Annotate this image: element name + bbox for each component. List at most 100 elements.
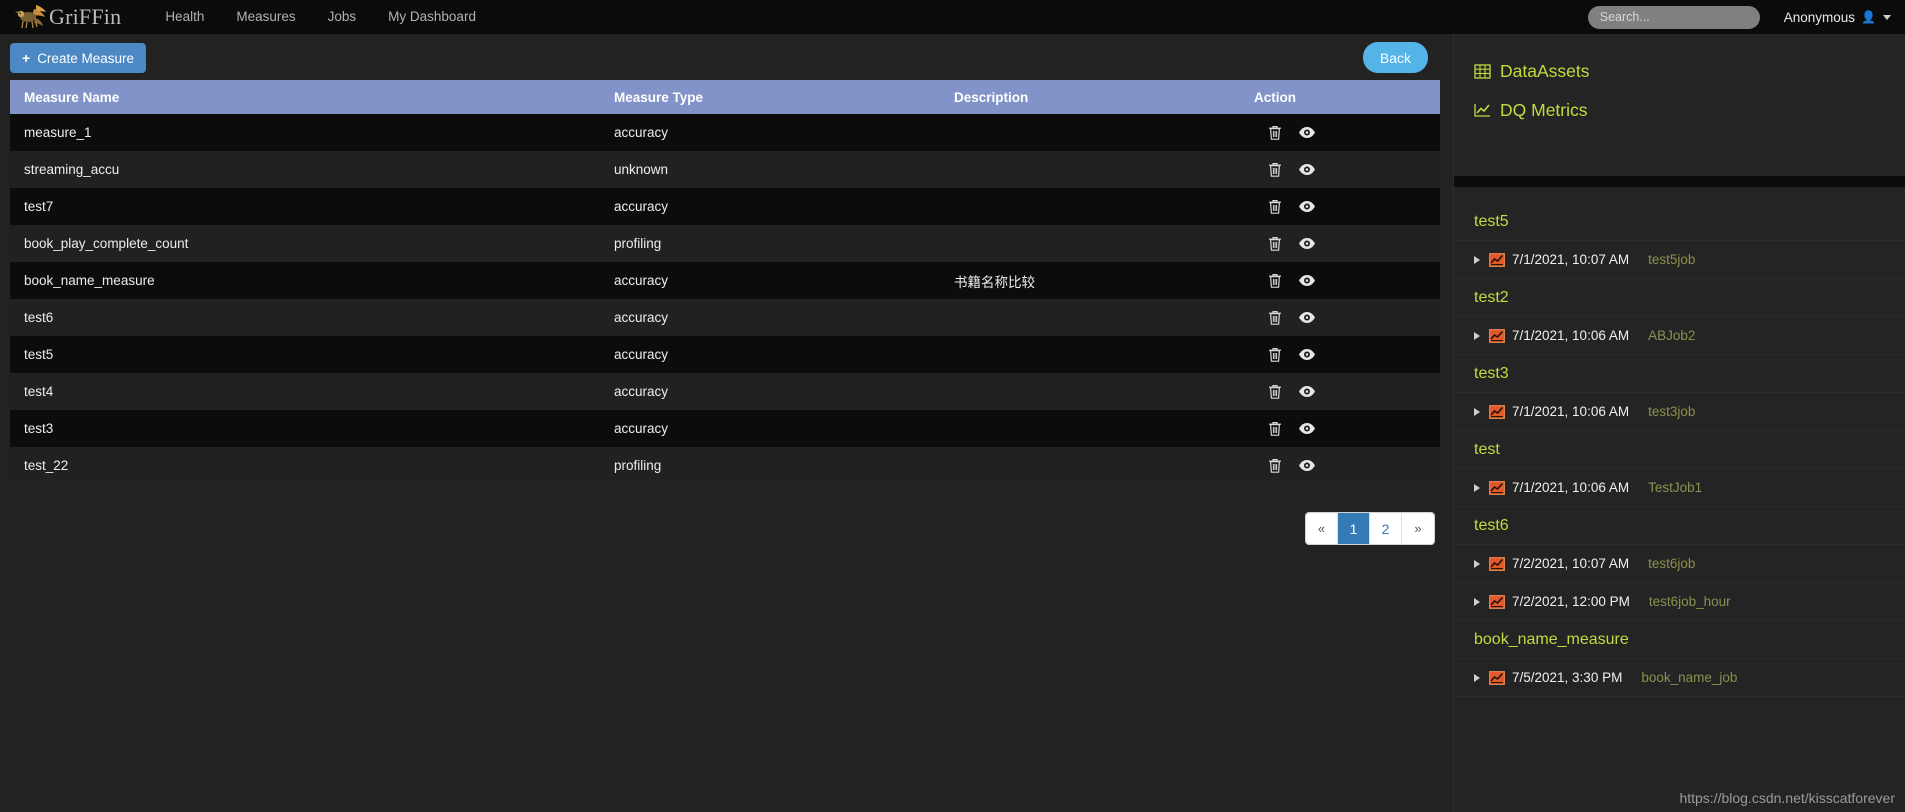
sidebar-item-dataassets[interactable]: DataAssets (1454, 52, 1905, 91)
nav-links: Health Measures Jobs My Dashboard (149, 0, 492, 34)
sidebar-job-item[interactable]: 7/1/2021, 10:06 AM ABJob2 (1454, 317, 1905, 355)
table-row[interactable]: test4 accuracy (10, 373, 1440, 410)
cell-measure-type: accuracy (614, 125, 669, 140)
delete-measure-button[interactable] (1268, 347, 1282, 363)
sidebar-job-item[interactable]: 7/1/2021, 10:07 AM test5job (1454, 241, 1905, 279)
table-body: measure_1 accuracy streaming_accu unknown te… (10, 114, 1440, 484)
nav-link-my-dashboard[interactable]: My Dashboard (372, 0, 492, 34)
delete-measure-button[interactable] (1268, 162, 1282, 178)
view-measure-button[interactable] (1298, 237, 1316, 250)
delete-measure-button[interactable] (1268, 199, 1282, 215)
sidebar-job-name: test3job (1648, 404, 1696, 419)
view-measure-button[interactable] (1298, 422, 1316, 435)
metric-chart-icon (1489, 480, 1505, 495)
plus-icon: + (22, 50, 31, 66)
row-action-group (1254, 162, 1440, 178)
delete-measure-button[interactable] (1268, 273, 1282, 289)
table-row[interactable]: test7 accuracy (10, 188, 1440, 225)
view-measure-button[interactable] (1298, 200, 1316, 213)
trash-icon (1269, 310, 1281, 325)
caret-right-icon[interactable] (1474, 331, 1480, 340)
sidebar-group-label: test (1474, 440, 1500, 458)
sidebar-job-item[interactable]: 7/1/2021, 10:06 AM TestJob1 (1454, 469, 1905, 507)
cell-measure-type: accuracy (614, 199, 669, 214)
cell-measure-name: test7 (24, 199, 54, 214)
delete-measure-button[interactable] (1268, 125, 1282, 141)
measures-table: Measure Name Measure Type Description Ac… (10, 80, 1440, 484)
table-row[interactable]: book_play_complete_count profiling (10, 225, 1440, 262)
create-measure-button[interactable]: + Create Measure (10, 43, 146, 73)
eye-icon (1299, 164, 1315, 175)
sidebar-group-header: test5 (1454, 203, 1905, 241)
trash-icon (1269, 236, 1281, 251)
table-row[interactable]: test3 accuracy (10, 410, 1440, 447)
delete-measure-button[interactable] (1268, 458, 1282, 474)
delete-measure-button[interactable] (1268, 384, 1282, 400)
eye-icon (1299, 423, 1315, 434)
view-measure-button[interactable] (1298, 126, 1316, 139)
pagination-last-button[interactable]: » (1402, 513, 1434, 544)
sidebar-group-label: book_name_measure (1474, 630, 1629, 648)
metric-chart-icon (1489, 404, 1505, 419)
view-measure-button[interactable] (1298, 163, 1316, 176)
view-measure-button[interactable] (1298, 274, 1316, 287)
table-header-row: Measure Name Measure Type Description Ac… (10, 80, 1440, 114)
view-measure-button[interactable] (1298, 311, 1316, 324)
column-header-action: Action (1240, 80, 1440, 114)
cell-action (1240, 299, 1440, 336)
griffin-logo-icon (15, 5, 46, 29)
delete-measure-button[interactable] (1268, 310, 1282, 326)
eye-icon (1299, 275, 1315, 286)
back-button[interactable]: Back (1362, 42, 1428, 73)
table-row[interactable]: test5 accuracy (10, 336, 1440, 373)
sidebar-group-header: test6 (1454, 507, 1905, 545)
sidebar-group-header: test3 (1454, 355, 1905, 393)
sidebar-job-name: test5job (1648, 252, 1696, 267)
search-input[interactable] (1587, 5, 1760, 29)
sidebar-job-item[interactable]: 7/1/2021, 10:06 AM test3job (1454, 393, 1905, 431)
view-measure-button[interactable] (1298, 385, 1316, 398)
delete-measure-button[interactable] (1268, 421, 1282, 437)
main-content: + Create Measure Back Measure Name Measu… (0, 34, 1453, 812)
table-row[interactable]: book_name_measure accuracy 书籍名称比较 (10, 262, 1440, 299)
view-measure-button[interactable] (1298, 348, 1316, 361)
cell-description (940, 373, 1240, 410)
cell-description (940, 336, 1240, 373)
caret-down-icon (1883, 14, 1891, 20)
table-row[interactable]: measure_1 accuracy (10, 114, 1440, 151)
sidebar-item-dq-metrics[interactable]: DQ Metrics (1454, 91, 1905, 130)
sidebar-job-item[interactable]: 7/5/2021, 3:30 PM book_name_job (1454, 659, 1905, 697)
table-row[interactable]: streaming_accu unknown (10, 151, 1440, 188)
nav-link-jobs[interactable]: Jobs (312, 0, 373, 34)
sidebar-job-item[interactable]: 7/2/2021, 10:07 AM test6job (1454, 545, 1905, 583)
caret-right-icon[interactable] (1474, 673, 1480, 682)
nav-link-measures[interactable]: Measures (220, 0, 311, 34)
caret-right-icon[interactable] (1474, 255, 1480, 264)
eye-icon (1299, 127, 1315, 138)
caret-right-icon[interactable] (1474, 407, 1480, 416)
nav-link-health[interactable]: Health (149, 0, 220, 34)
trash-icon (1269, 384, 1281, 399)
pagination-page-2[interactable]: 2 (1370, 513, 1402, 544)
row-action-group (1254, 199, 1440, 215)
caret-right-icon[interactable] (1474, 559, 1480, 568)
pagination-first-button[interactable]: « (1306, 513, 1338, 544)
user-menu[interactable]: Anonymous 👤 (1784, 10, 1891, 25)
caret-right-icon[interactable] (1474, 597, 1480, 606)
metric-chart-icon (1489, 594, 1505, 609)
cell-action (1240, 114, 1440, 151)
eye-icon (1299, 312, 1315, 323)
view-measure-button[interactable] (1298, 459, 1316, 472)
sidebar-job-name: TestJob1 (1648, 480, 1703, 495)
sidebar-job-item[interactable]: 7/2/2021, 12:00 PM test6job_hour (1454, 583, 1905, 621)
sidebar-job-name: ABJob2 (1648, 328, 1696, 343)
sidebar-job-date: 7/5/2021, 3:30 PM (1512, 670, 1623, 685)
metric-chart-icon (1489, 670, 1505, 685)
table-row[interactable]: test6 accuracy (10, 299, 1440, 336)
caret-right-icon[interactable] (1474, 483, 1480, 492)
table-row[interactable]: test_22 profiling (10, 447, 1440, 484)
delete-measure-button[interactable] (1268, 236, 1282, 252)
pagination-page-1[interactable]: 1 (1338, 513, 1370, 544)
brand-logo[interactable]: GriFFin (14, 0, 121, 34)
trash-icon (1269, 458, 1281, 473)
